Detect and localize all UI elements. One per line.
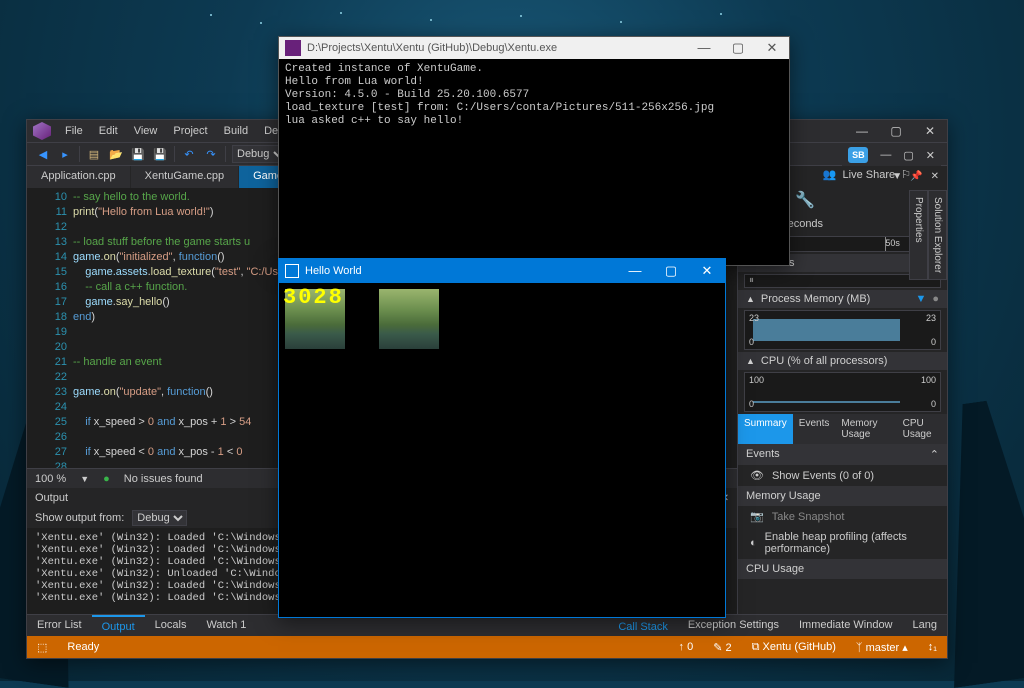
take-snapshot-row: 📷Take Snapshot xyxy=(738,506,947,527)
diag-autohide-icon[interactable]: 📌 xyxy=(910,171,922,182)
tab-watch1[interactable]: Watch 1 xyxy=(196,615,256,636)
diag-tab-memory[interactable]: Memory Usage xyxy=(835,414,896,444)
right-lang-label: Lang xyxy=(903,615,947,636)
diag-cpu-header[interactable]: CPU (% of all processors) xyxy=(761,355,888,367)
console-close-button[interactable]: ✕ xyxy=(755,40,789,56)
collapse-icon[interactable]: ⌃ xyxy=(930,448,939,461)
hw-app-icon xyxy=(285,264,299,278)
new-file-icon[interactable]: ▤ xyxy=(86,146,102,162)
menu-edit[interactable]: Edit xyxy=(91,125,126,137)
liveshare-icon[interactable]: 👥 xyxy=(823,168,837,181)
summary-events-header: Events xyxy=(746,448,780,461)
undo-icon[interactable]: ↶ xyxy=(181,146,197,162)
issues-check-icon: ● xyxy=(103,473,110,485)
console-window: D:\Projects\Xentu\Xentu (GitHub)\Debug\X… xyxy=(278,36,790,266)
save-icon[interactable]: 💾 xyxy=(130,146,146,162)
vs-close-button[interactable]: ✕ xyxy=(913,124,947,138)
cpu-chart: 100 100 0 0 xyxy=(744,372,941,412)
vs-minimize-button[interactable]: — xyxy=(845,124,879,138)
status-ready: Ready xyxy=(57,641,109,653)
issues-label: No issues found xyxy=(124,473,203,485)
hw-close-button[interactable]: ✕ xyxy=(689,263,725,279)
status-changes[interactable]: ✎ 2 xyxy=(703,641,741,654)
menu-project[interactable]: Project xyxy=(165,125,215,137)
tab-locals[interactable]: Locals xyxy=(145,615,197,636)
vs-maximize-button[interactable]: ▢ xyxy=(879,124,913,138)
tab-application-cpp[interactable]: Application.cpp xyxy=(27,166,131,188)
diag-tab-events[interactable]: Events xyxy=(793,414,836,444)
status-sync-icon[interactable]: ↕₁ xyxy=(918,641,947,653)
pause-marker-icon: ⏸ xyxy=(749,275,754,286)
tab-immediate[interactable]: Immediate Window xyxy=(789,615,903,636)
status-publish[interactable]: ↑ 0 xyxy=(669,641,704,653)
side-tab-solution-explorer[interactable]: Solution Explorer xyxy=(928,190,947,280)
tab-output[interactable]: Output xyxy=(92,615,145,636)
feedback-icon[interactable]: ⚐ xyxy=(901,168,911,181)
nav-back-icon[interactable]: ◀ xyxy=(35,146,51,162)
summary-memory-header: Memory Usage xyxy=(746,490,821,502)
vs-status-bar: ⬚ Ready ↑ 0 ✎ 2 ⧉ Xentu (GitHub) ᛉ maste… xyxy=(27,636,947,658)
status-repo[interactable]: ⧉ Xentu (GitHub) xyxy=(742,641,846,654)
side-tab-properties[interactable]: Properties xyxy=(909,190,928,280)
menu-view[interactable]: View xyxy=(126,125,166,137)
diag-close-icon[interactable]: ✕ xyxy=(931,171,939,182)
vs-liveshare-bar: SB —▢✕ xyxy=(842,144,941,166)
menu-build[interactable]: Build xyxy=(216,125,256,137)
output-filter-label: Show output from: xyxy=(35,512,124,524)
console-body[interactable]: Created instance of XentuGame. Hello fro… xyxy=(279,59,789,132)
heap-profiling-row[interactable]: ◐Enable heap profiling (affects performa… xyxy=(738,527,947,559)
menu-file[interactable]: File xyxy=(57,125,91,137)
vs-logo-icon xyxy=(33,122,51,140)
zoom-level[interactable]: 100 % xyxy=(35,473,66,485)
console-maximize-button[interactable]: ▢ xyxy=(721,40,755,56)
diag-tab-cpu[interactable]: CPU Usage xyxy=(897,414,947,444)
tab-error-list[interactable]: Error List xyxy=(27,615,92,636)
account-badge[interactable]: SB xyxy=(848,147,868,163)
output-filter-select[interactable]: Debug xyxy=(132,510,187,526)
console-title: D:\Projects\Xentu\Xentu (GitHub)\Debug\X… xyxy=(307,42,557,54)
game-counter: 3028 xyxy=(283,285,344,310)
diag-gc-icon[interactable]: ▼ xyxy=(915,293,926,305)
gauge-icon: ◐ xyxy=(750,537,757,549)
save-all-icon[interactable]: 💾 xyxy=(152,146,168,162)
diag-memory-header[interactable]: Process Memory (MB) xyxy=(761,293,870,305)
summary-cpu-header: CPU Usage xyxy=(746,563,804,575)
console-minimize-button[interactable]: — xyxy=(687,40,721,56)
status-branch[interactable]: ᛉ master ▴ xyxy=(846,641,918,654)
status-icon: ⬚ xyxy=(27,641,57,654)
diag-tab-summary[interactable]: Summary xyxy=(738,414,793,444)
game-sprite-2 xyxy=(379,289,439,349)
hello-world-window: Hello World — ▢ ✕ 3028 xyxy=(278,258,726,618)
redo-icon[interactable]: ↷ xyxy=(203,146,219,162)
diag-snap-icon[interactable]: ● xyxy=(932,293,939,305)
output-title: Output xyxy=(35,492,68,504)
nav-fwd-icon[interactable]: ▸ xyxy=(57,146,73,162)
memory-chart: 23 23 0 0 xyxy=(744,310,941,350)
hw-maximize-button[interactable]: ▢ xyxy=(653,263,689,279)
tab-exception-settings[interactable]: Exception Settings xyxy=(678,615,789,636)
console-app-icon xyxy=(285,40,301,56)
eye-icon: 👁 xyxy=(750,469,764,482)
diag-tools-icon[interactable]: 🔧 xyxy=(795,190,815,210)
show-events-row[interactable]: 👁Show Events (0 of 0) xyxy=(738,465,947,486)
tab-xentugame-cpp[interactable]: XentuGame.cpp xyxy=(131,166,240,188)
hw-title: Hello World xyxy=(305,265,362,277)
hw-minimize-button[interactable]: — xyxy=(617,263,653,279)
tab-call-stack[interactable]: Call Stack xyxy=(608,615,678,636)
camera-icon: 📷 xyxy=(750,510,764,523)
liveshare-label[interactable]: Live Share xyxy=(843,169,896,181)
open-icon[interactable]: 📂 xyxy=(108,146,124,162)
